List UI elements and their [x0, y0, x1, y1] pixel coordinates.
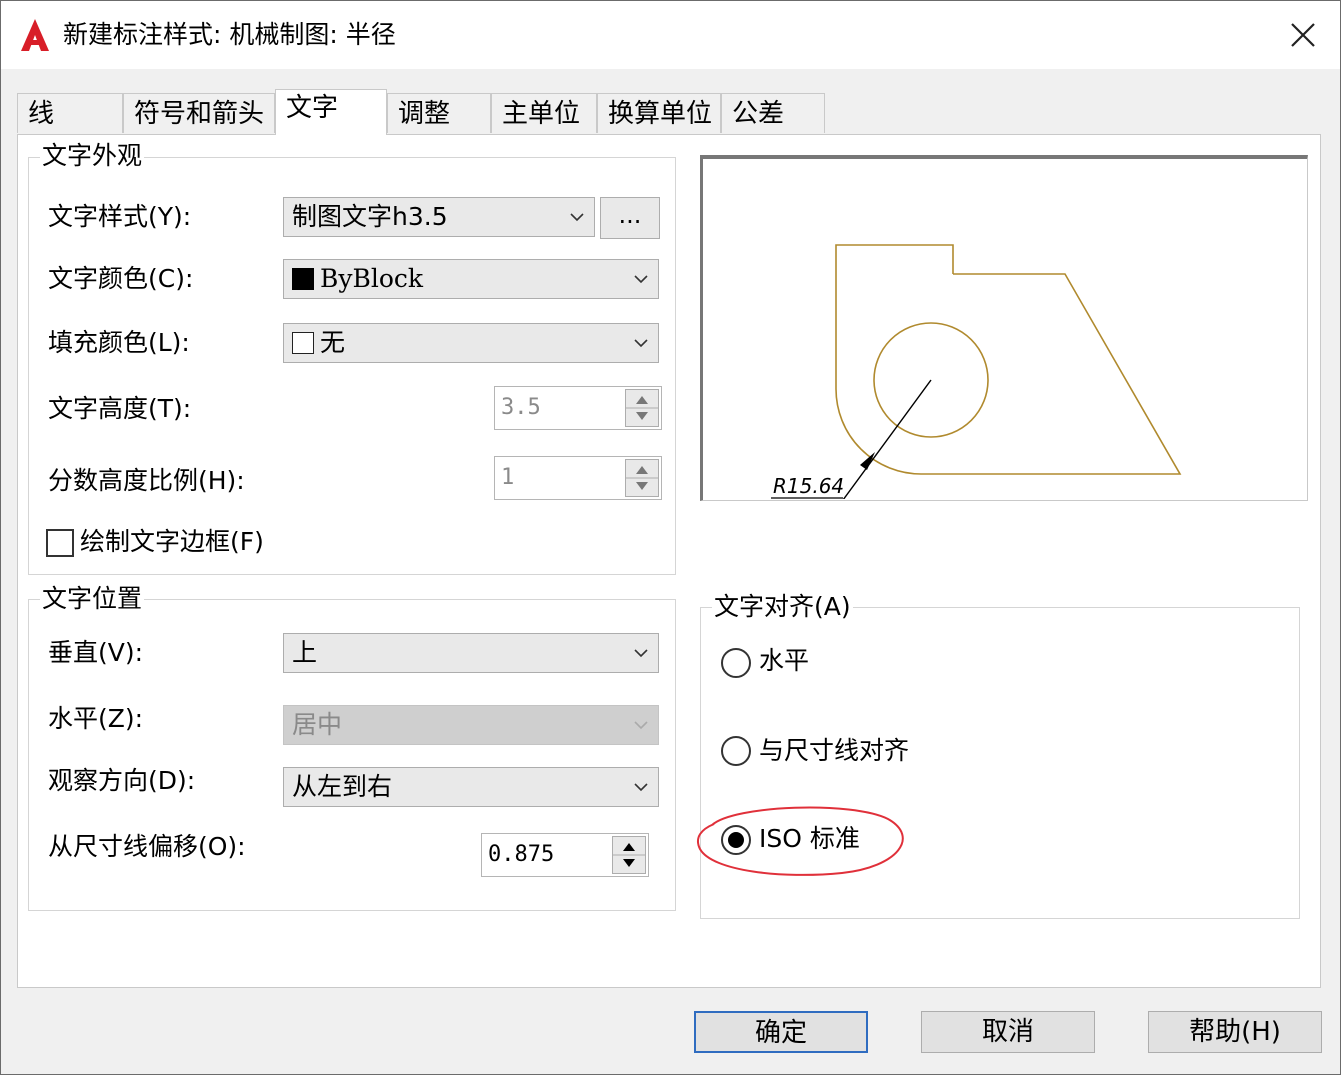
radio-horizontal[interactable]: [721, 648, 751, 678]
offset-value: 0.875: [488, 842, 555, 867]
fraction-scale-value: 1: [501, 465, 515, 490]
view-direction-label: 观察方向(D):: [48, 766, 196, 795]
text-appearance-legend: 文字外观: [40, 141, 145, 171]
autocad-logo-icon: [21, 19, 49, 51]
text-tab-panel: 文字外观 文字样式(Y): 制图文字h3.5 ... 文字颜色(C): ByBl…: [17, 134, 1321, 988]
tab-tolerances[interactable]: 公差: [721, 93, 825, 133]
text-color-select[interactable]: ByBlock: [283, 259, 659, 299]
style-preview: R15.64: [700, 155, 1308, 501]
text-height-label: 文字高度(T):: [48, 394, 192, 423]
tab-fit[interactable]: 调整: [387, 93, 491, 133]
view-direction-select[interactable]: 从左到右: [283, 767, 659, 807]
tab-alternate-units[interactable]: 换算单位: [597, 93, 721, 133]
spin-arrows-icon: [626, 466, 658, 490]
vertical-select[interactable]: 上: [283, 633, 659, 673]
chevron-down-icon: [570, 213, 584, 222]
vertical-label: 垂直(V):: [48, 638, 144, 667]
text-height-spinner[interactable]: 3.5: [494, 386, 662, 430]
view-direction-value: 从左到右: [292, 772, 393, 801]
title-bar: 新建标注样式: 机械制图: 半径: [1, 1, 1340, 69]
spin-arrows[interactable]: [625, 459, 659, 497]
chevron-down-icon: [634, 275, 648, 284]
chevron-down-icon: [634, 339, 648, 348]
radio-iso-standard[interactable]: [721, 825, 751, 855]
chevron-down-icon: [634, 783, 648, 792]
offset-label: 从尺寸线偏移(O):: [48, 832, 246, 861]
text-alignment-legend: 文字对齐(A): [712, 592, 853, 622]
radio-aligned-label: 与尺寸线对齐: [759, 736, 910, 765]
text-color-value: ByBlock: [320, 264, 424, 293]
spin-arrows[interactable]: [625, 389, 659, 427]
spin-arrows[interactable]: [612, 836, 646, 874]
window-title: 新建标注样式: 机械制图: 半径: [63, 20, 396, 49]
chevron-down-icon: [634, 649, 648, 658]
cancel-button[interactable]: 取消: [921, 1011, 1095, 1053]
close-icon[interactable]: [1281, 15, 1323, 57]
browse-text-style-button[interactable]: ...: [600, 197, 660, 239]
color-swatch: [292, 332, 314, 354]
spin-arrows-icon: [626, 396, 658, 420]
horizontal-label: 水平(Z):: [48, 704, 144, 733]
help-button[interactable]: 帮助(H): [1148, 1011, 1322, 1053]
text-style-select[interactable]: 制图文字h3.5: [283, 197, 595, 237]
color-swatch: [292, 268, 314, 290]
dimension-text: R15.64: [773, 474, 844, 498]
tab-lines[interactable]: 线: [17, 93, 123, 133]
radio-horizontal-label: 水平: [759, 646, 810, 675]
offset-spinner[interactable]: 0.875: [481, 833, 649, 877]
radio-iso-label: ISO 标准: [759, 824, 860, 853]
fill-color-label: 填充颜色(L):: [48, 328, 190, 357]
radio-aligned-with-dim-line[interactable]: [721, 736, 751, 766]
draw-frame-label: 绘制文字边框(F): [80, 527, 264, 556]
tab-text[interactable]: 文字: [275, 89, 387, 135]
tab-primary-units[interactable]: 主单位: [491, 93, 597, 133]
horizontal-value: 居中: [292, 710, 343, 739]
text-style-label: 文字样式(Y):: [48, 202, 192, 231]
fraction-scale-label: 分数高度比例(H):: [48, 466, 245, 495]
tab-symbols-arrows[interactable]: 符号和箭头: [123, 93, 275, 133]
text-placement-legend: 文字位置: [40, 584, 145, 614]
horizontal-select[interactable]: 居中: [283, 705, 659, 745]
text-color-label: 文字颜色(C):: [48, 264, 194, 293]
draw-frame-checkbox[interactable]: [46, 529, 74, 557]
vertical-value: 上: [292, 638, 318, 667]
text-height-value: 3.5: [501, 395, 541, 420]
fill-color-value: 无: [320, 328, 346, 357]
chevron-down-icon: [634, 721, 648, 730]
fill-color-select[interactable]: 无: [283, 323, 659, 363]
text-style-value: 制图文字h3.5: [292, 202, 448, 231]
ok-button[interactable]: 确定: [694, 1011, 868, 1053]
fraction-scale-spinner[interactable]: 1: [494, 456, 662, 500]
spin-arrows-icon: [613, 843, 645, 867]
dimension-style-dialog: 新建标注样式: 机械制图: 半径 线 符号和箭头 文字 调整 主单位 换算单位 …: [0, 0, 1341, 1075]
dimension-preview-drawing: R15.64: [771, 244, 1182, 499]
